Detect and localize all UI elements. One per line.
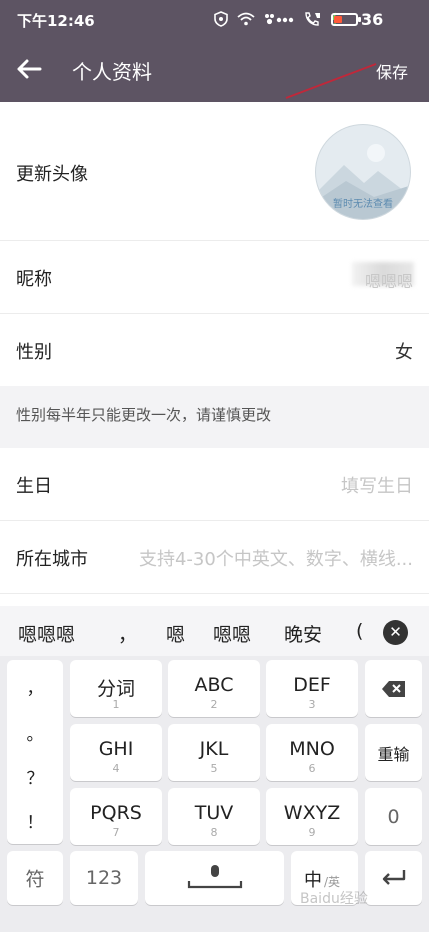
candidate-bar: 嗯嗯嗯 ， 嗯 嗯嗯 晚安 ( ✕ [0, 606, 429, 656]
key-number: 3 [308, 698, 316, 711]
key-6[interactable]: MNO 6 [266, 724, 358, 781]
punctuation-key[interactable]: ， [7, 674, 63, 699]
enter-arrow-icon [382, 870, 406, 885]
city-input[interactable]: 支持4-30个中英文、数字、横线... [139, 545, 413, 571]
watermark: Baidu经验 [300, 891, 368, 907]
page-title: 个人资料 [72, 60, 152, 84]
reinput-key[interactable]: 重输 [365, 724, 422, 781]
key-label: ABC [194, 674, 234, 696]
nickname-label: 昵称 [16, 269, 52, 290]
avatar[interactable]: 暂时无法查看 [315, 124, 411, 220]
key-label: 分词 [96, 678, 135, 700]
key-label: 符 [25, 868, 45, 891]
key-2[interactable]: ABC 2 [168, 660, 260, 717]
candidate-item[interactable]: ， [118, 620, 137, 647]
punctuation-key[interactable]: ？ [7, 764, 63, 789]
number-mode-key[interactable]: 123 [70, 851, 138, 905]
key-number: 2 [210, 698, 218, 711]
gender-notice-text: 性别每半年只能更改一次，请谨慎更改 [16, 406, 272, 424]
paw-dots-icon [265, 14, 294, 25]
candidate-item[interactable]: 嗯 [166, 620, 185, 647]
candidate-item[interactable]: 嗯嗯 [213, 620, 251, 647]
key-number: 5 [210, 762, 218, 775]
key-7[interactable]: PQRS 7 [70, 788, 162, 845]
key-label: 0 [387, 805, 400, 828]
punctuation-column: ， 。 ？ ！ [7, 660, 63, 844]
nickname-value[interactable]: 嗯嗯嗯 [365, 268, 413, 292]
symbol-key[interactable]: 符 [7, 851, 63, 905]
gender-value[interactable]: 女 [395, 338, 413, 364]
key-1[interactable]: 分词 1 [70, 660, 162, 717]
city-row[interactable]: 所在城市 支持4-30个中英文、数字、横线... [0, 521, 429, 594]
battery-icon [331, 13, 361, 26]
key-label: 123 [85, 867, 123, 889]
save-button[interactable]: 保存 [376, 59, 408, 83]
wifi-icon [237, 12, 255, 26]
microphone-icon [187, 865, 243, 889]
annotation-arrow [285, 63, 377, 99]
key-number: 7 [112, 826, 120, 839]
shield-icon [214, 11, 228, 27]
status-time: 下午12:46 [17, 12, 95, 30]
gender-notice: 性别每半年只能更改一次，请谨慎更改 [0, 386, 429, 448]
punctuation-key[interactable]: ！ [7, 808, 63, 833]
key-number: 4 [112, 762, 120, 775]
key-label: GHI [98, 738, 134, 760]
avatar-caption: 暂时无法查看 [333, 199, 393, 210]
backspace-key[interactable] [365, 660, 422, 717]
space-key[interactable] [145, 851, 284, 905]
gender-row[interactable]: 性别 女 [0, 314, 429, 386]
key-label: 重输 [377, 744, 410, 764]
key-label: TUV [194, 802, 234, 824]
key-5[interactable]: JKL 5 [168, 724, 260, 781]
key-label: JKL [199, 738, 229, 760]
candidate-item[interactable]: 嗯嗯嗯 [18, 620, 75, 647]
key-3[interactable]: DEF 3 [266, 660, 358, 717]
enter-key[interactable] [365, 851, 422, 905]
key-8[interactable]: TUV 8 [168, 788, 260, 845]
status-icons [214, 10, 340, 28]
key-9[interactable]: WXYZ 9 [266, 788, 358, 845]
key-number: 6 [308, 762, 316, 775]
backspace-icon [382, 681, 405, 697]
punctuation-key[interactable]: 。 [7, 720, 63, 745]
birthday-row[interactable]: 生日 填写生日 [0, 448, 429, 521]
birthday-label: 生日 [16, 476, 52, 497]
key-number: 8 [210, 826, 218, 839]
hd-call-icon [305, 12, 320, 26]
close-candidates-icon[interactable]: ✕ [383, 620, 408, 645]
key-4[interactable]: GHI 4 [70, 724, 162, 781]
avatar-label: 更新头像 [16, 164, 88, 185]
key-0[interactable]: 0 [365, 788, 422, 845]
battery-percent: 36 [361, 10, 384, 29]
birthday-placeholder[interactable]: 填写生日 [341, 472, 413, 498]
city-label: 所在城市 [16, 549, 88, 570]
gender-label: 性别 [16, 342, 52, 363]
candidate-item[interactable]: 晚安 [284, 620, 322, 647]
status-bar: 下午12:46 36 [0, 0, 429, 36]
key-number: 1 [112, 698, 120, 711]
candidate-item[interactable]: ( [356, 620, 363, 642]
key-label: WXYZ [283, 802, 341, 824]
key-label: DEF [293, 674, 331, 696]
key-label: PQRS [90, 802, 142, 824]
battery-level [334, 16, 342, 23]
back-arrow-icon[interactable] [12, 52, 46, 86]
key-number: 9 [308, 826, 316, 839]
key-label: MNO [289, 738, 335, 760]
